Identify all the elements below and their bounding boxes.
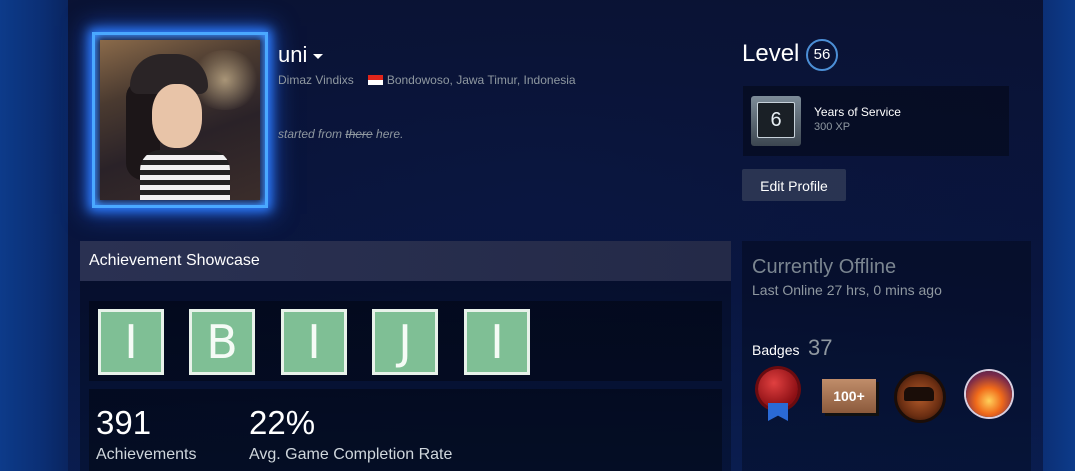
persona-name-dropdown[interactable]: uni: [278, 42, 324, 68]
years-of-service-icon: 6: [751, 96, 801, 146]
achievement-tile[interactable]: I: [98, 309, 164, 375]
persona-name: uni: [278, 42, 308, 67]
indonesia-flag-icon: [367, 75, 383, 85]
summary-strikethrough: there: [345, 127, 373, 141]
real-name: Dimaz Vindixs: [278, 73, 354, 87]
achievement-tile[interactable]: I: [281, 309, 347, 375]
achievement-tiles: I B I J I: [89, 301, 722, 381]
achievement-showcase: Achievement Showcase I B I J I 391 Achie…: [80, 241, 731, 471]
featured-badge-xp: 300 XP: [814, 121, 851, 133]
level-label: Level: [742, 40, 800, 67]
achievements-label: Achievements: [96, 446, 197, 463]
avatar[interactable]: [92, 32, 268, 208]
background-left-glow: [0, 0, 68, 471]
level-badge[interactable]: 56: [806, 39, 838, 71]
location: Bondowoso, Jawa Timur, Indonesia: [386, 73, 576, 87]
badges-count[interactable]: 37: [808, 335, 832, 361]
last-online: Last Online 27 hrs, 0 mins ago: [752, 282, 942, 298]
completion-rate-label: Avg. Game Completion Rate: [249, 446, 453, 463]
achievement-tile[interactable]: B: [189, 309, 255, 375]
status-panel: Currently Offline Last Online 27 hrs, 0 …: [742, 241, 1031, 471]
online-status: Currently Offline: [752, 256, 897, 278]
caret-down-icon: [313, 53, 324, 59]
achievement-stats: 391 Achievements 22% Avg. Game Completio…: [89, 389, 722, 471]
wax-seal-badge-icon[interactable]: [752, 369, 804, 421]
profile-summary: started from there here.: [278, 127, 404, 141]
achievements-count: 391: [96, 404, 152, 441]
avatar-photo: [100, 40, 260, 200]
car-badge-icon[interactable]: [892, 369, 946, 423]
background-right-glow: [1043, 0, 1075, 471]
real-name-location: Dimaz Vindixs Bondowoso, Jawa Timur, Indo…: [278, 72, 576, 88]
badges-link[interactable]: Badges: [752, 342, 799, 358]
hundred-plus-badge-icon[interactable]: 100+: [822, 369, 876, 421]
achievement-tile[interactable]: I: [464, 309, 530, 375]
profile-page: uni Dimaz Vindixs Bondowoso, Jawa Timur, …: [68, 0, 1043, 471]
completion-rate: 22%: [249, 404, 316, 441]
edit-profile-button[interactable]: Edit Profile: [742, 169, 846, 201]
achievement-tile[interactable]: J: [372, 309, 438, 375]
featured-badge[interactable]: 6 Years of Service 300 XP: [743, 86, 1009, 156]
showcase-title: Achievement Showcase: [80, 241, 731, 281]
fire-badge-icon[interactable]: [964, 369, 1016, 421]
featured-badge-title: Years of Service: [814, 105, 901, 119]
